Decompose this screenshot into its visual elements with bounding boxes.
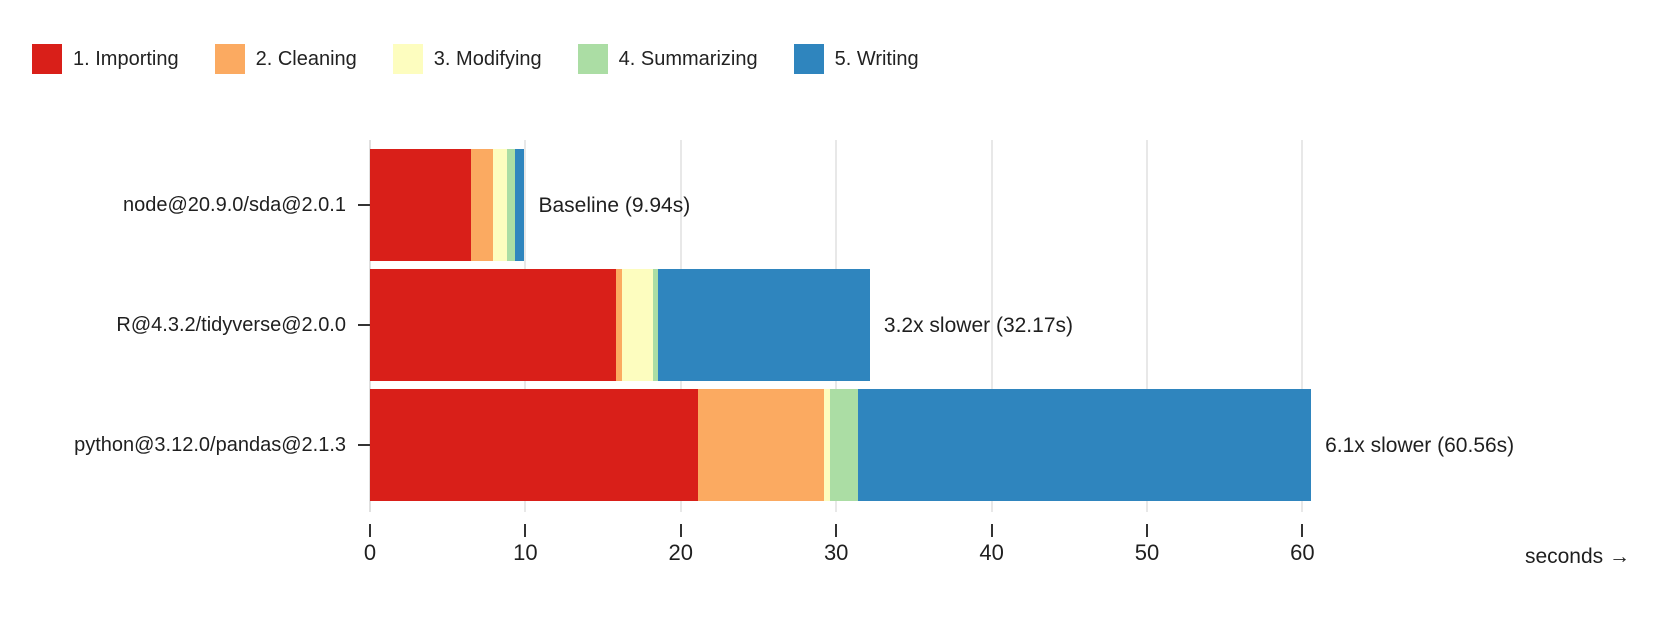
y-axis-tick — [358, 444, 370, 446]
bar-segment[interactable] — [622, 269, 654, 381]
x-axis-tick — [369, 524, 371, 537]
x-axis-tick — [524, 524, 527, 537]
x-axis-tick — [679, 524, 682, 537]
x-axis-tick-label: 60 — [1290, 540, 1315, 565]
stacked-bar[interactable] — [370, 269, 870, 381]
chart-plot-area: node@20.9.0/sda@2.0.1 Baseline (9.94s) R@4… — [0, 0, 1664, 640]
chart-bar-row: node@20.9.0/sda@2.0.1 Baseline (9.94s) — [0, 149, 1664, 261]
bar-value-annotation: 3.2x slower (32.17s) — [883, 314, 1073, 337]
bar-segment[interactable] — [857, 389, 1312, 501]
bar-segment[interactable] — [370, 269, 616, 381]
stacked-bar[interactable] — [370, 389, 1312, 501]
bar-segment[interactable] — [697, 389, 824, 501]
x-axis-tick-label: 10 — [513, 540, 538, 565]
bar-segment[interactable] — [493, 149, 508, 261]
bar-segment[interactable] — [507, 149, 516, 261]
x-axis-tick — [1301, 524, 1304, 537]
x-axis-tick-label: 40 — [979, 540, 1004, 565]
x-axis-title: seconds → — [1524, 545, 1630, 568]
bar-segment[interactable] — [658, 269, 870, 381]
x-axis-tick — [835, 524, 838, 537]
chart-bar-row: R@4.3.2/tidyverse@2.0.0 3.2x slower (32.1… — [0, 269, 1664, 381]
bar-row-label: node@20.9.0/sda@2.0.1 — [123, 194, 346, 216]
bar-segment[interactable] — [515, 149, 525, 261]
x-axis-tick-label: 0 — [363, 540, 377, 565]
bar-value-annotation: Baseline (9.94s) — [538, 194, 691, 217]
chart-x-axis: 0 10 20 30 40 50 60 — [0, 512, 1664, 572]
bar-segment[interactable] — [370, 149, 471, 261]
stacked-bar[interactable] — [370, 149, 525, 261]
bar-segment[interactable] — [829, 389, 858, 501]
bar-row-label: python@3.12.0/pandas@2.1.3 — [74, 434, 346, 456]
y-axis-tick — [358, 324, 370, 326]
bar-segment[interactable] — [470, 149, 494, 261]
x-axis-tick — [1146, 524, 1148, 537]
y-axis-tick — [358, 204, 370, 206]
x-axis-tick — [990, 524, 993, 537]
bar-segment[interactable] — [370, 389, 698, 501]
bar-value-annotation: 6.1x slower (60.56s) — [1325, 434, 1515, 457]
x-axis-tick-label: 20 — [668, 540, 694, 565]
x-axis-tick-label: 50 — [1134, 540, 1160, 565]
chart-bar-row: python@3.12.0/pandas@2.1.3 6.1x slower (6… — [0, 389, 1664, 501]
bar-row-label: R@4.3.2/tidyverse@2.0.0 — [116, 314, 346, 336]
x-axis-tick-label: 30 — [823, 540, 849, 565]
